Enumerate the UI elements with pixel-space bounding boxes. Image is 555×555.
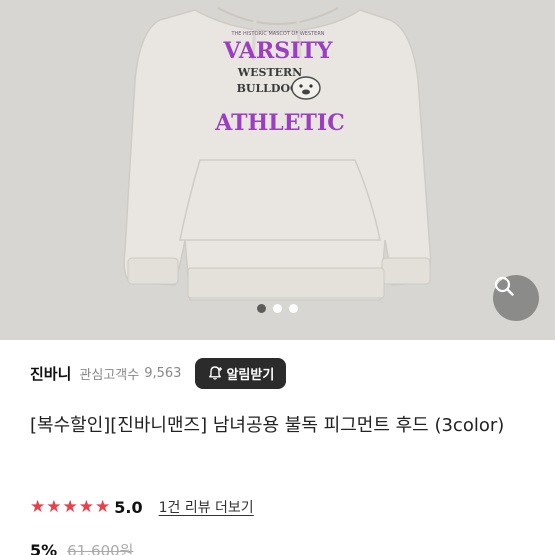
price-row: 5% 61,600원 (30, 540, 133, 555)
discount-rate: 5% (30, 541, 58, 555)
star-icon: ★ (78, 496, 94, 517)
bulldog-icon (291, 76, 321, 100)
carousel-dot-3[interactable] (289, 304, 298, 313)
fans-count: 9,563 (144, 365, 182, 381)
carousel-dot-1[interactable] (257, 304, 266, 313)
star-icon: ★ (62, 496, 78, 517)
search-icon (494, 276, 514, 296)
rating-score: 5.0 (114, 497, 143, 517)
star-icon: ★ (46, 496, 62, 517)
alarm-button[interactable]: 알림받기 (195, 357, 287, 389)
seller-name[interactable]: 진바니 (30, 363, 71, 384)
print-small-text: THE HISTORIC MASCOT OF WESTERN (230, 31, 324, 37)
print-bulldog: BULLDOG (237, 82, 300, 95)
carousel-dot-2[interactable] (273, 304, 282, 313)
rating-row: ★ ★ ★ ★ ★ 5.0 1건 리뷰 더보기 (30, 495, 254, 519)
zoom-button[interactable] (493, 275, 539, 321)
print-varsity: VARSITY (223, 38, 333, 64)
print-western: WESTERN (237, 66, 302, 79)
original-price: 61,600원 (67, 542, 134, 555)
product-title: [복수할인][진바니맨즈] 남녀공용 불독 피그먼트 후드 (3color) (30, 415, 505, 436)
review-link[interactable]: 1건 리뷰 더보기 (159, 497, 254, 517)
seller-row: 진바니 관심고객수 9,563 알림받기 (30, 356, 535, 390)
print-athletic: ATHLETIC (214, 110, 344, 136)
alarm-button-label: 알림받기 (226, 367, 275, 383)
product-image[interactable]: VARSITY THE HISTORIC MASCOT OF WESTERN W… (0, 0, 555, 340)
star-icon: ★ (95, 496, 111, 517)
carousel-indicator (0, 304, 555, 313)
bell-plus-icon (209, 366, 223, 380)
hoodie-illustration: VARSITY THE HISTORIC MASCOT OF WESTERN W… (0, 0, 555, 340)
fans-label: 관심고객수 (79, 367, 140, 383)
rating-stars: ★ ★ ★ ★ ★ (30, 496, 111, 517)
star-icon: ★ (30, 496, 46, 517)
